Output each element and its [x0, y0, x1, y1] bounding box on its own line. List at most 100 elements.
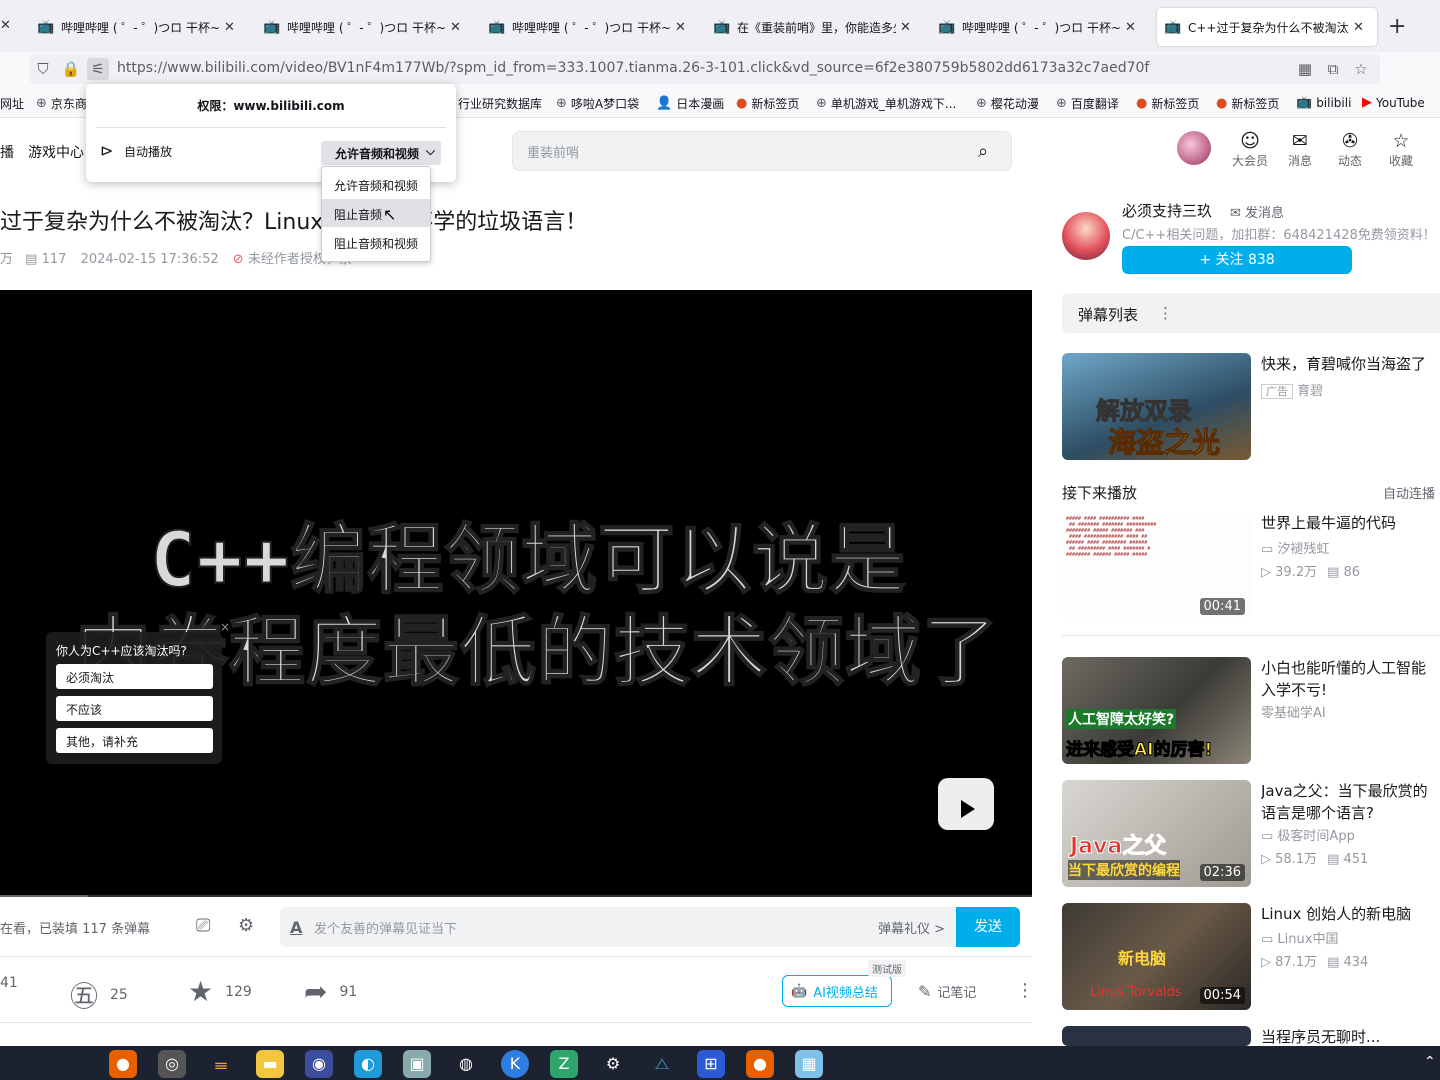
autoplay-option-hovered[interactable]: 阻止音频 — [322, 199, 430, 227]
header-favorites[interactable]: ☆ 收藏 — [1377, 130, 1425, 169]
app-taskbar-icon[interactable]: ◎ — [158, 1050, 186, 1078]
more-icon[interactable]: ⋮ — [1158, 304, 1173, 322]
notes-button[interactable]: ✎ 记笔记 — [918, 982, 976, 1001]
tab-close-icon[interactable]: ✕ — [1125, 20, 1141, 35]
app-taskbar-icon[interactable]: ▦ — [795, 1050, 823, 1078]
share-button[interactable]: ➦ 91 — [304, 975, 357, 1008]
video-thumbnail[interactable]: Java之父 当下最欣赏的编程 02:36 — [1062, 780, 1251, 887]
browser-tab[interactable]: 📺 在《重装前哨》里，你能造多少 ✕ — [706, 8, 924, 46]
bookmark-item[interactable]: ⊕ 单机游戏_单机游戏下... — [816, 95, 956, 112]
file-explorer-icon[interactable]: ▬ — [256, 1050, 284, 1078]
permissions-icon[interactable]: ⚟ — [87, 58, 109, 80]
video-title-line2[interactable]: 语言是哪个语言? — [1261, 802, 1440, 824]
nav-item-game-center[interactable]: 游戏中心 — [28, 142, 84, 162]
uploader-avatar[interactable] — [1062, 212, 1110, 260]
coin-button[interactable]: ㊄ 25 — [70, 975, 128, 1015]
danmaku-settings-icon[interactable]: ⚙ — [238, 915, 254, 936]
danmaku-toggle-icon[interactable]: ⎚ — [196, 915, 210, 936]
header-dynamic[interactable]: ✇ 动态 — [1326, 130, 1374, 169]
ai-summary-button[interactable]: 🤖 AI视频总结 — [782, 975, 892, 1007]
browser-tab[interactable]: 📺 哔哩哔哩 ( ゜- ゜)つロ 干杯~-bi ✕ — [256, 8, 474, 46]
tab-close-icon[interactable]: ✕ — [900, 20, 916, 35]
chevron-up-icon[interactable]: ⌃ — [1424, 1054, 1436, 1070]
video-title[interactable]: 世界上最牛逼的代码 — [1261, 512, 1440, 534]
browser-tab[interactable]: 📺 哔哩哔哩 ( ゜- ゜)つロ 干杯~-bi ✕ — [481, 8, 699, 46]
bookmark-item[interactable]: ⊕ 百度翻译 — [1056, 95, 1119, 112]
browser-tab[interactable]: 📺 哔哩哔哩 ( ゜- ゜)つロ 干杯~-bi ✕ — [931, 8, 1149, 46]
header-vip[interactable]: ☺ 大会员 — [1226, 130, 1274, 169]
video-author[interactable]: ▭ 汐褪残虹 — [1261, 538, 1329, 557]
video-title-line2[interactable]: 入学不亏! — [1261, 679, 1440, 701]
bookmark-item[interactable]: ● 新标签页 — [736, 95, 799, 112]
bookmark-item[interactable]: 📺 bilibili — [1296, 95, 1351, 110]
video-thumbnail[interactable] — [1062, 1026, 1251, 1046]
app-taskbar-icon[interactable]: ◉ — [305, 1050, 333, 1078]
ad-thumbnail[interactable]: 解放双录 海盗之光 — [1062, 353, 1251, 460]
browser-tab[interactable]: 📺 哔哩哔哩 ( ゜- ゜)つロ 干杯~-bi ✕ — [30, 8, 248, 46]
danmaku-style-icon[interactable]: A — [290, 918, 302, 937]
bookmark-item[interactable]: 👤 日本漫画 — [656, 95, 724, 112]
url-text[interactable]: https://www.bilibili.com/video/BV1nF4m17… — [117, 60, 1149, 76]
more-icon[interactable]: ⋮ — [1016, 980, 1034, 1001]
search-input[interactable]: 重装前哨 — [527, 142, 579, 161]
ad-title[interactable]: 快来，育碧喊你当海盗了 — [1261, 353, 1440, 375]
autoplay-toggle[interactable]: 自动连播 — [1383, 483, 1435, 502]
poll-option[interactable]: 不应该 — [56, 696, 213, 721]
video-title[interactable]: Linux 创始人的新电脑 — [1261, 903, 1440, 925]
app-taskbar-icon[interactable]: 𝍢 — [207, 1050, 235, 1078]
video-thumbnail[interactable]: ##### #### ########## #### ## ####### ##… — [1062, 512, 1251, 619]
bookmark-item[interactable]: ⊕ 樱花动漫 — [976, 95, 1039, 112]
steam-icon[interactable]: ⚙ — [599, 1050, 627, 1078]
autoplay-option[interactable]: 阻止音频和视频 — [322, 228, 430, 256]
poll-option[interactable]: 必须淘汰 — [56, 664, 213, 689]
screenshot-icon[interactable]: ⧉ — [1322, 58, 1344, 80]
autoplay-option[interactable]: 允许音频和视频 — [322, 170, 430, 198]
video-title[interactable]: 当程序员无聊时... — [1261, 1026, 1440, 1048]
tab-close-icon[interactable]: ✕ — [0, 18, 11, 33]
video-author[interactable]: 零基础学AI — [1261, 702, 1326, 721]
tab-close-icon[interactable]: ✕ — [1353, 20, 1369, 35]
search-icon[interactable]: ⌕ — [978, 141, 988, 162]
bookmark-item[interactable]: 网址 — [0, 95, 24, 112]
edge-icon[interactable]: ◐ — [354, 1050, 382, 1078]
video-thumbnail[interactable]: 新电脑 Linus Torvalds 00:54 — [1062, 903, 1251, 1010]
follow-button[interactable]: + 关注 838 — [1122, 246, 1352, 274]
send-message-link[interactable]: ✉ 发消息 — [1230, 202, 1284, 221]
app-taskbar-icon[interactable]: K — [501, 1050, 529, 1078]
bookmark-item[interactable]: ● 新标签页 — [1136, 95, 1199, 112]
video-author[interactable]: ▭ Linux中国 — [1261, 928, 1338, 947]
like-button[interactable]: 41 — [0, 975, 18, 991]
tab-close-icon[interactable]: ✕ — [224, 20, 240, 35]
danmaku-etiquette-link[interactable]: 弹幕礼仪 > — [878, 918, 945, 937]
bookmark-item[interactable]: 行业研究数据库 — [458, 95, 542, 112]
app-taskbar-icon[interactable]: Z — [550, 1050, 578, 1078]
bookmark-item[interactable]: ● 新标签页 — [1216, 95, 1279, 112]
header-messages[interactable]: ✉ 消息 — [1276, 130, 1324, 169]
video-thumbnail[interactable]: 人工智障太好笑? 进来感受AI的厉害! — [1062, 657, 1251, 764]
bookmark-item[interactable]: ▶ YouTube — [1362, 95, 1425, 110]
bookmark-item[interactable]: ⊕ 哆啦A梦口袋 — [556, 95, 639, 112]
uploader-name[interactable]: 必须支持三玖 — [1122, 200, 1212, 221]
video-title[interactable]: 小白也能听懂的人工智能 — [1261, 657, 1440, 679]
poll-option[interactable]: 其他，请补充 — [56, 728, 213, 753]
lock-icon[interactable]: 🔒 — [60, 58, 82, 80]
qr-code-icon[interactable]: ▦ — [1294, 58, 1316, 80]
bookmark-item[interactable]: ⊕ 京东商 — [36, 95, 87, 112]
send-danmaku-button[interactable]: 发送 — [956, 907, 1020, 947]
tab-close-icon[interactable]: ✕ — [675, 20, 691, 35]
tab-close-icon[interactable]: ✕ — [450, 20, 466, 35]
shield-icon[interactable]: ⛉ — [32, 58, 54, 80]
firefox-taskbar-icon[interactable]: ● — [746, 1050, 774, 1078]
user-avatar[interactable] — [1177, 131, 1211, 165]
video-author[interactable]: ▭ 极客时间App — [1261, 825, 1355, 844]
nav-item[interactable]: 播 — [0, 142, 14, 162]
app-taskbar-icon[interactable]: ⊞ — [697, 1050, 725, 1078]
app-taskbar-icon[interactable]: ◍ — [452, 1050, 480, 1078]
favorite-button[interactable]: ★ 129 — [188, 975, 252, 1008]
autoplay-select[interactable]: 允许音频和视频 ⌵ — [321, 141, 441, 165]
bookmark-star-icon[interactable]: ☆ — [1350, 58, 1372, 80]
new-tab-button[interactable]: + — [1388, 14, 1406, 39]
browser-tab-active[interactable]: 📺 C++过于复杂为什么不被淘汰? ✕ — [1157, 8, 1377, 46]
video-title[interactable]: Java之父：当下最欣赏的 — [1261, 780, 1440, 802]
app-taskbar-icon[interactable]: ▣ — [403, 1050, 431, 1078]
